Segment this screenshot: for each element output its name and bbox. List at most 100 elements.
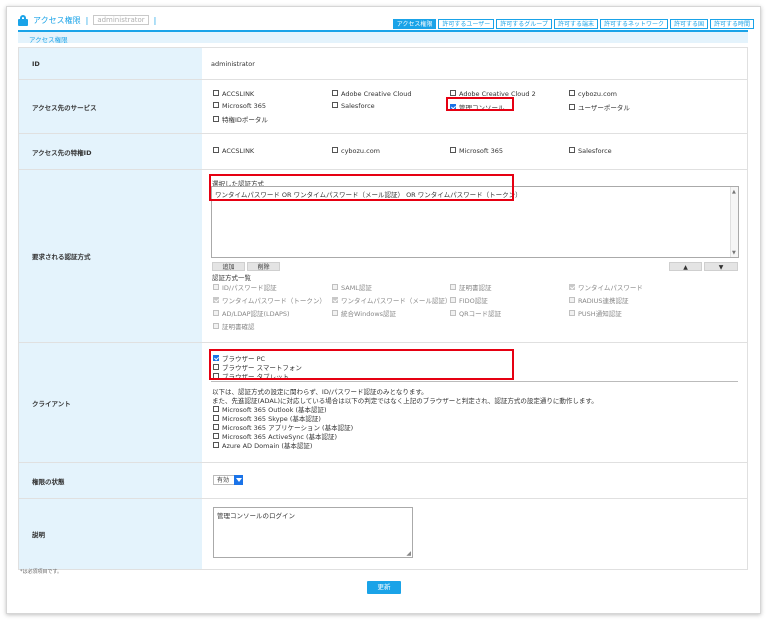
- checkbox-checked-icon: [213, 297, 219, 303]
- access-rights-form: ID administrator アクセス先のサービス ACCSLINK Ado…: [18, 47, 748, 570]
- checkbox-icon[interactable]: [332, 147, 338, 153]
- checkbox-checked-icon: [569, 284, 575, 290]
- tab-allowed-groups[interactable]: 許可するグループ: [496, 19, 552, 29]
- privileged-option[interactable]: ACCSLINK: [213, 147, 254, 155]
- privileged-option[interactable]: Microsoft 365: [450, 147, 503, 155]
- update-button[interactable]: 更新: [367, 581, 401, 594]
- tab-allowed-countries[interactable]: 許可する国: [669, 19, 708, 29]
- tab-allowed-devices[interactable]: 許可する端末: [553, 19, 598, 29]
- auth-method-option[interactable]: 証明書認証: [450, 282, 492, 292]
- legacy-client-option[interactable]: Azure AD Domain (基本認証): [213, 440, 312, 450]
- page-header: アクセス権限 | administrator |: [18, 13, 156, 27]
- checkbox-icon[interactable]: [213, 102, 219, 108]
- tab-bar: アクセス権限 許可するユーザー 許可するグループ 許可する端末 許可するネットワ…: [392, 19, 754, 29]
- description-label: 説明: [19, 499, 202, 569]
- delete-button[interactable]: 削除: [247, 262, 280, 271]
- auth-method-option[interactable]: FIDO認証: [450, 295, 488, 305]
- checkbox-icon: [450, 310, 456, 316]
- checkbox-checked-icon: [332, 297, 338, 303]
- checkbox-icon[interactable]: [332, 90, 338, 96]
- auth-method-option[interactable]: 統合Windows認証: [332, 308, 396, 318]
- row-auth-methods: 要求される認証方式 選択した認証方式 ワンタイムパスワード OR ワンタイムパス…: [19, 170, 747, 343]
- id-label: ID: [19, 48, 202, 79]
- service-option[interactable]: ACCSLINK: [213, 90, 254, 98]
- auth-method-option[interactable]: 証明書確認: [213, 321, 255, 331]
- privileged-option[interactable]: Salesforce: [569, 147, 612, 155]
- privileged-option[interactable]: cybozu.com: [332, 147, 380, 155]
- chevron-down-icon[interactable]: [234, 475, 243, 485]
- service-option[interactable]: 特権IDポータル: [213, 114, 268, 124]
- checkbox-icon[interactable]: [213, 90, 219, 96]
- checkbox-icon[interactable]: [569, 104, 575, 110]
- auth-methods-label: 要求される認証方式: [19, 170, 202, 342]
- required-note: *は必須項目です。: [20, 569, 63, 575]
- checkbox-icon[interactable]: [213, 433, 219, 439]
- checkbox-icon[interactable]: [213, 424, 219, 430]
- move-down-button[interactable]: ▼: [704, 262, 738, 271]
- tab-allowed-times[interactable]: 許可する時間: [709, 19, 754, 29]
- auth-method-option[interactable]: RADIUS連携認証: [569, 295, 629, 305]
- row-client: クライアント ブラウザー PC ブラウザー スマートフォン ブラウザー タブレッ…: [19, 343, 747, 463]
- row-id: ID administrator: [19, 48, 747, 80]
- section-title: アクセス権限: [29, 36, 68, 44]
- page-title: アクセス権限: [33, 15, 81, 25]
- scroll-down-icon: ▼: [732, 250, 736, 256]
- divider: [211, 381, 738, 382]
- id-value: administrator: [211, 60, 255, 68]
- move-up-button[interactable]: ▲: [669, 262, 702, 271]
- checkbox-icon[interactable]: [213, 442, 219, 448]
- tab-access-rights[interactable]: アクセス権限: [392, 19, 437, 29]
- checkbox-icon[interactable]: [332, 102, 338, 108]
- highlight-box: [209, 174, 514, 201]
- checkbox-icon: [213, 310, 219, 316]
- client-label: クライアント: [19, 343, 202, 462]
- status-label: 権限の状態: [19, 463, 202, 498]
- auth-method-option[interactable]: ワンタイムパスワード（メール認証）: [332, 295, 451, 305]
- service-option[interactable]: Adobe Creative Cloud: [332, 90, 412, 98]
- privileged-id-label: アクセス先の特権ID: [19, 134, 202, 169]
- checkbox-icon: [213, 323, 219, 329]
- auth-method-option[interactable]: ワンタイムパスワード: [569, 282, 643, 292]
- service-option[interactable]: Microsoft 365: [213, 102, 266, 110]
- username-badge: administrator: [93, 15, 149, 25]
- auth-method-option[interactable]: ワンタイムパスワード（トークン）: [213, 295, 326, 305]
- checkbox-icon[interactable]: [569, 90, 575, 96]
- checkbox-icon: [569, 297, 575, 303]
- service-option[interactable]: ユーザーポータル: [569, 102, 630, 112]
- auth-method-option[interactable]: SAML認証: [332, 282, 372, 292]
- auth-method-option[interactable]: QRコード認証: [450, 308, 501, 318]
- checkbox-icon: [450, 284, 456, 290]
- auth-method-option[interactable]: AD/LDAP認証(LDAPS): [213, 308, 290, 318]
- section-header: アクセス権限: [18, 30, 748, 44]
- service-option[interactable]: Salesforce: [332, 102, 375, 110]
- add-button[interactable]: 追加: [212, 262, 245, 271]
- checkbox-icon: [450, 297, 456, 303]
- scroll-up-icon: ▲: [732, 189, 736, 195]
- checkbox-icon: [332, 310, 338, 316]
- checkbox-icon[interactable]: [213, 116, 219, 122]
- row-status: 権限の状態 有効: [19, 463, 747, 499]
- checkbox-icon[interactable]: [450, 90, 456, 96]
- header-separator-2: |: [153, 15, 157, 25]
- row-privileged-id: アクセス先の特権ID ACCSLINK cybozu.com Microsoft…: [19, 134, 747, 170]
- checkbox-icon: [569, 310, 575, 316]
- tab-allowed-users[interactable]: 許可するユーザー: [438, 19, 495, 29]
- checkbox-icon[interactable]: [213, 415, 219, 421]
- row-description: 説明 管理コンソールのログイン ◢: [19, 499, 747, 569]
- service-option[interactable]: cybozu.com: [569, 90, 617, 98]
- scrollbar[interactable]: ▲ ▼: [730, 187, 738, 257]
- checkbox-icon: [213, 284, 219, 290]
- resize-handle-icon[interactable]: ◢: [406, 550, 411, 557]
- tab-allowed-networks[interactable]: 許可するネットワーク: [599, 19, 668, 29]
- auth-method-option[interactable]: PUSH通知認証: [569, 308, 622, 318]
- checkbox-icon[interactable]: [213, 147, 219, 153]
- checkbox-icon[interactable]: [213, 406, 219, 412]
- services-label: アクセス先のサービス: [19, 80, 202, 133]
- auth-method-option[interactable]: ID/パスワード認証: [213, 282, 277, 292]
- description-textarea[interactable]: 管理コンソールのログイン ◢: [213, 507, 413, 558]
- status-select[interactable]: 有効: [213, 475, 243, 485]
- checkbox-icon[interactable]: [569, 147, 575, 153]
- lock-icon: [18, 14, 28, 26]
- checkbox-icon[interactable]: [450, 147, 456, 153]
- checkbox-icon: [332, 284, 338, 290]
